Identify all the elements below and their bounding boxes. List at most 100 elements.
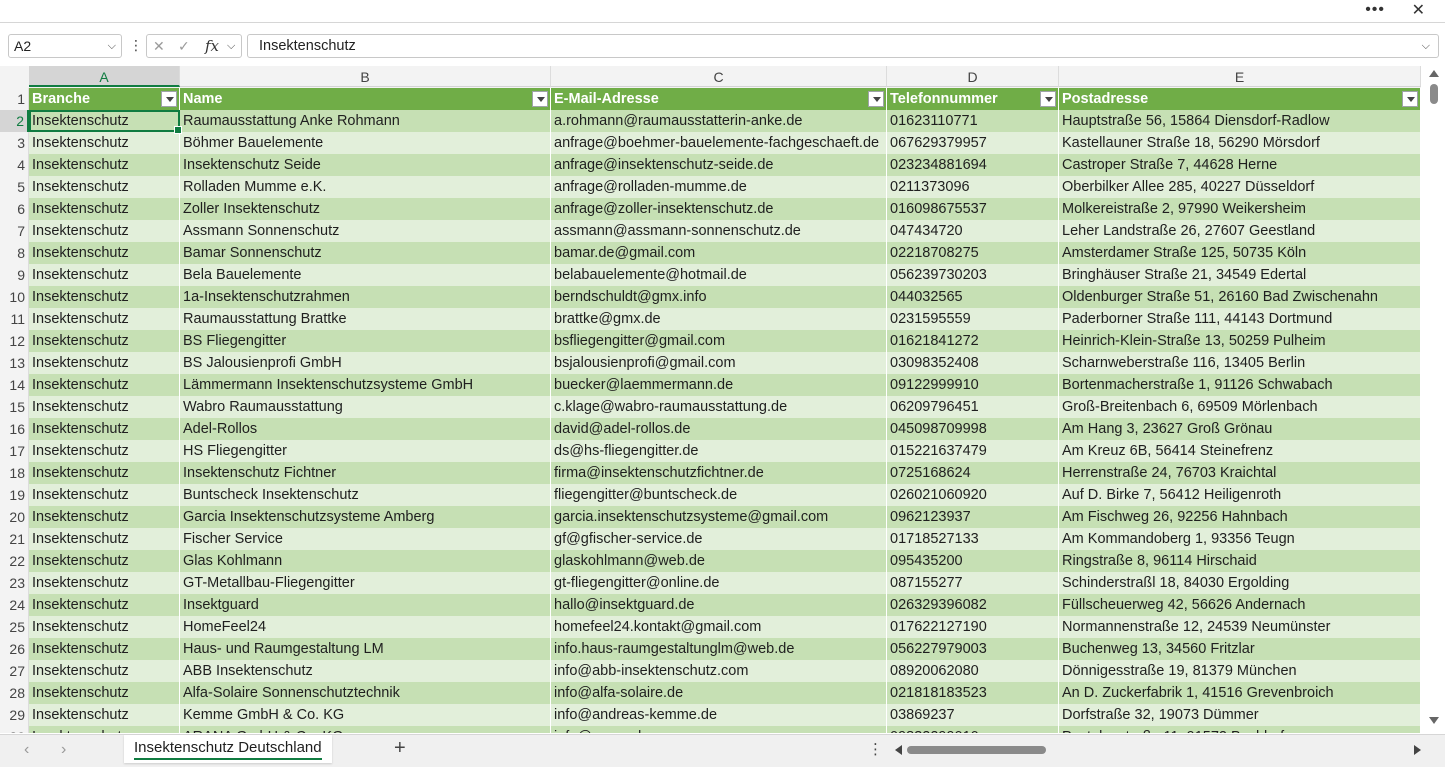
close-icon[interactable]: ✕	[1412, 0, 1425, 22]
row-number[interactable]: 14	[0, 374, 29, 396]
row-number[interactable]: 16	[0, 418, 29, 440]
cell-branche[interactable]: Insektenschutz	[29, 726, 180, 733]
cell-address[interactable]: Buchenweg 13, 34560 Fritzlar	[1059, 638, 1421, 660]
cell-phone[interactable]: 056227979003	[887, 638, 1059, 660]
row-number[interactable]: 9	[0, 264, 29, 286]
cell-email[interactable]: david@adel-rollos.de	[551, 418, 887, 440]
chevron-down-icon[interactable]: ⌵	[108, 35, 116, 57]
cell-address[interactable]: Amsterdamer Straße 125, 50735 Köln	[1059, 242, 1421, 264]
cell-name[interactable]: 1a-Insektenschutzrahmen	[180, 286, 551, 308]
cell-address[interactable]: Molkereistraße 2, 97990 Weikersheim	[1059, 198, 1421, 220]
cell-name[interactable]: ABB Insektenschutz	[180, 660, 551, 682]
cell-address[interactable]: Auf D. Birke 7, 56412 Heiligenroth	[1059, 484, 1421, 506]
cell-name[interactable]: Alfa-Solaire Sonnenschutztechnik	[180, 682, 551, 704]
chevron-down-icon[interactable]: ⌵	[227, 35, 235, 57]
cell-phone[interactable]: 026329396082	[887, 594, 1059, 616]
cell-branche[interactable]: Insektenschutz	[29, 308, 180, 330]
header-cell-email[interactable]: E-Mail-Adresse	[551, 88, 887, 110]
column-header-d[interactable]: D	[887, 66, 1059, 87]
cell-email[interactable]: gt-fliegengitter@online.de	[551, 572, 887, 594]
cell-name[interactable]: Lämmermann Insektenschutzsysteme GmbH	[180, 374, 551, 396]
cell-phone[interactable]: 044032565	[887, 286, 1059, 308]
cell-email[interactable]: bsfliegengitter@gmail.com	[551, 330, 887, 352]
cell-phone[interactable]: 03869237	[887, 704, 1059, 726]
row-number[interactable]: 17	[0, 440, 29, 462]
vertical-scrollbar[interactable]	[1423, 66, 1445, 733]
cell-name[interactable]: Zoller Insektenschutz	[180, 198, 551, 220]
cell-phone[interactable]: 03098352408	[887, 352, 1059, 374]
cell-address[interactable]: Ringstraße 8, 96114 Hirschaid	[1059, 550, 1421, 572]
cell-branche[interactable]: Insektenschutz	[29, 484, 180, 506]
cell-email[interactable]: hallo@insektguard.de	[551, 594, 887, 616]
column-header-b[interactable]: B	[180, 66, 551, 87]
cell-address[interactable]: Kastellauner Straße 18, 56290 Mörsdorf	[1059, 132, 1421, 154]
cell-email[interactable]: info@alfa-solaire.de	[551, 682, 887, 704]
cell-address[interactable]: Scharnweberstraße 116, 13405 Berlin	[1059, 352, 1421, 374]
cell-branche[interactable]: Insektenschutz	[29, 572, 180, 594]
cell-name[interactable]: Raumausstattung Anke Rohmann	[180, 110, 551, 132]
row-number[interactable]: 1	[0, 88, 29, 110]
row-number[interactable]: 2	[0, 110, 29, 132]
cell-name[interactable]: Raumausstattung Brattke	[180, 308, 551, 330]
cell-email[interactable]: homefeel24.kontakt@gmail.com	[551, 616, 887, 638]
cell-address[interactable]: Normannenstraße 12, 24539 Neumünster	[1059, 616, 1421, 638]
previous-sheet-icon[interactable]: ‹	[24, 741, 29, 759]
next-sheet-icon[interactable]: ›	[61, 741, 66, 759]
cell-address[interactable]: Dorfstraße 32, 19073 Dümmer	[1059, 704, 1421, 726]
cell-name[interactable]: HS Fliegengitter	[180, 440, 551, 462]
cell-address[interactable]: Am Kreuz 6B, 56414 Steinefrenz	[1059, 440, 1421, 462]
cell-phone[interactable]: 09122999910	[887, 374, 1059, 396]
filter-dropdown-icon[interactable]	[1402, 91, 1418, 107]
filter-dropdown-icon[interactable]	[532, 91, 548, 107]
cell-phone[interactable]: 01718527133	[887, 528, 1059, 550]
cell-email[interactable]: info@arana.de	[551, 726, 887, 733]
cell-branche[interactable]: Insektenschutz	[29, 242, 180, 264]
column-header-a[interactable]: A	[29, 66, 180, 87]
cell-phone[interactable]: 09832299010	[887, 726, 1059, 733]
cell-name[interactable]: Kemme GmbH & Co. KG	[180, 704, 551, 726]
row-number[interactable]: 27	[0, 660, 29, 682]
cell-name[interactable]: Buntscheck Insektenschutz	[180, 484, 551, 506]
cell-address[interactable]: Herrenstraße 24, 76703 Kraichtal	[1059, 462, 1421, 484]
filter-dropdown-icon[interactable]	[868, 91, 884, 107]
cell-phone[interactable]: 067629379957	[887, 132, 1059, 154]
cell-phone[interactable]: 0725168624	[887, 462, 1059, 484]
cell-phone[interactable]: 056239730203	[887, 264, 1059, 286]
cell-phone[interactable]: 01621841272	[887, 330, 1059, 352]
row-number[interactable]: 20	[0, 506, 29, 528]
cell-email[interactable]: anfrage@boehmer-bauelemente-fachgeschaef…	[551, 132, 887, 154]
row-number[interactable]: 28	[0, 682, 29, 704]
horizontal-scrollbar[interactable]	[893, 743, 1423, 757]
row-number[interactable]: 13	[0, 352, 29, 374]
cell-branche[interactable]: Insektenschutz	[29, 264, 180, 286]
row-number[interactable]: 5	[0, 176, 29, 198]
cell-name[interactable]: Wabro Raumausstattung	[180, 396, 551, 418]
cell-email[interactable]: buecker@laemmermann.de	[551, 374, 887, 396]
row-number[interactable]: 25	[0, 616, 29, 638]
row-number[interactable]: 21	[0, 528, 29, 550]
column-header-e[interactable]: E	[1059, 66, 1421, 87]
cell-address[interactable]: Paderborner Straße 111, 44143 Dortmund	[1059, 308, 1421, 330]
cell-name[interactable]: Assmann Sonnenschutz	[180, 220, 551, 242]
cell-phone[interactable]: 045098709998	[887, 418, 1059, 440]
cell-phone[interactable]: 023234881694	[887, 154, 1059, 176]
filter-dropdown-icon[interactable]	[161, 91, 177, 107]
cell-name[interactable]: GT-Metallbau-Fliegengitter	[180, 572, 551, 594]
cell-name[interactable]: Insektguard	[180, 594, 551, 616]
sheet-tab-active[interactable]: Insektenschutz Deutschland	[124, 735, 332, 763]
cell-email[interactable]: gf@gfischer-service.de	[551, 528, 887, 550]
cell-phone[interactable]: 02218708275	[887, 242, 1059, 264]
scroll-left-icon[interactable]	[895, 745, 902, 755]
cell-address[interactable]: Oldenburger Straße 51, 26160 Bad Zwische…	[1059, 286, 1421, 308]
row-number[interactable]: 18	[0, 462, 29, 484]
more-options-icon[interactable]: •••	[1365, 0, 1385, 22]
cell-address[interactable]: Schinderstraßl 18, 84030 Ergolding	[1059, 572, 1421, 594]
vertical-ellipsis-icon[interactable]: ⋮	[868, 740, 883, 758]
cell-name[interactable]: HomeFeel24	[180, 616, 551, 638]
cell-email[interactable]: anfrage@insektenschutz-seide.de	[551, 154, 887, 176]
cell-name[interactable]: Rolladen Mumme e.K.	[180, 176, 551, 198]
cell-name[interactable]: Insektenschutz Fichtner	[180, 462, 551, 484]
cell-name[interactable]: Insektenschutz Seide	[180, 154, 551, 176]
cell-email[interactable]: a.rohmann@raumausstatterin-anke.de	[551, 110, 887, 132]
cell-branche[interactable]: Insektenschutz	[29, 110, 180, 132]
